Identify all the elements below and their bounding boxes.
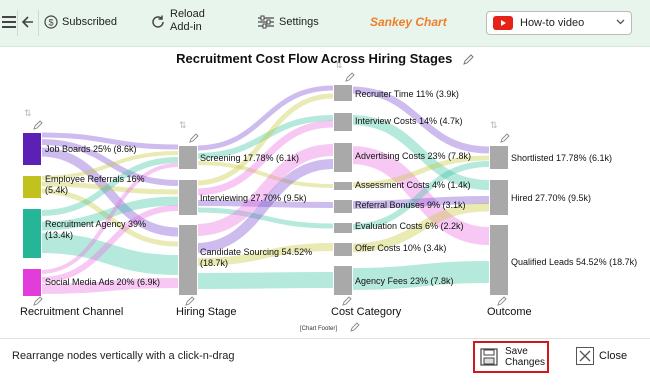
node-hired[interactable]	[489, 179, 509, 216]
reorder-grip-icon[interactable]: ⇅	[490, 120, 498, 131]
reorder-grip-icon[interactable]: ⇅	[24, 108, 32, 119]
node-evaluation-costs[interactable]	[333, 222, 353, 234]
label-offer-costs: Offer Costs 10% (3.4k)	[355, 243, 447, 253]
label-referral-bonuses: Referral Bonuses 9% (3.1k)	[355, 200, 466, 210]
edit-column-pencil-icon[interactable]	[189, 133, 199, 143]
node-social-media-ads[interactable]	[22, 268, 42, 297]
drag-hint-text: Rearrange nodes vertically with a click-…	[12, 350, 235, 362]
node-offer-costs[interactable]	[333, 242, 353, 257]
label-social-media-ads: Social Media Ads 20% (6.9k)	[45, 277, 161, 287]
label-interview-costs: Interview Costs 14% (4.7k)	[355, 116, 463, 126]
label-advertising-costs: Advertising Costs 23% (7.8k)	[355, 151, 472, 161]
node-job-boards[interactable]	[22, 132, 42, 166]
edit-stage-pencil-icon[interactable]	[33, 296, 43, 306]
node-screening[interactable]	[178, 145, 198, 170]
close-label: Close	[599, 350, 628, 362]
save-disk-icon	[480, 348, 498, 366]
stage-label-recruitment-channel: Recruitment Channel	[20, 306, 124, 318]
label-hired: Hired 27.70% (9.5k)	[511, 193, 592, 203]
close-icon	[576, 347, 594, 365]
save-changes-text: Save Changes	[505, 346, 545, 368]
chart-footer-text[interactable]: [Chart Footer]	[300, 326, 337, 332]
save-changes-button[interactable]: Save Changes	[473, 341, 549, 373]
save-label-line2: Changes	[505, 357, 546, 368]
node-interviewing[interactable]	[178, 179, 198, 216]
node-recruiter-time[interactable]	[333, 84, 353, 102]
edit-column-pencil-icon[interactable]	[345, 72, 355, 82]
node-qualified-leads[interactable]	[489, 224, 509, 296]
node-advertising-costs[interactable]	[333, 142, 353, 173]
reorder-grip-icon[interactable]: ⇅	[179, 120, 187, 131]
label-job-boards: Job Boards 25% (8.6k)	[45, 144, 137, 154]
close-button[interactable]: Close	[576, 347, 627, 365]
flow-link	[195, 272, 334, 289]
label-evaluation-costs: Evaluation Costs 6% (2.2k)	[355, 221, 464, 231]
stage-label-cost-category: Cost Category	[331, 306, 402, 318]
footer-bar: Rearrange nodes vertically with a click-…	[0, 338, 650, 385]
node-candidate-sourcing[interactable]	[178, 224, 198, 296]
edit-stage-pencil-icon[interactable]	[342, 296, 352, 306]
label-shortlisted: Shortlisted 17.78% (6.1k)	[511, 153, 613, 163]
edit-column-pencil-icon[interactable]	[500, 133, 510, 143]
reorder-grip-icon[interactable]: ⇅	[335, 60, 343, 71]
stage-label-hiring-stage: Hiring Stage	[176, 306, 237, 318]
node-referral-bonuses[interactable]	[333, 199, 353, 214]
node-employee-referrals[interactable]	[22, 175, 42, 199]
node-assessment-costs[interactable]	[333, 181, 353, 191]
label-candidate-sourcing: Candidate Sourcing 54.52% (18.7k)	[200, 247, 313, 268]
label-assessment-costs: Assessment Costs 4% (1.4k)	[355, 180, 471, 190]
label-employee-referrals: Employee Referrals 16% (5.4k)	[45, 174, 145, 195]
node-agency-fees[interactable]	[333, 265, 353, 296]
label-agency-fees: Agency Fees 23% (7.8k)	[355, 276, 454, 286]
label-interviewing: Interviewing 27.70% (9.5k)	[200, 193, 307, 203]
label-recruiter-time: Recruiter Time 11% (3.9k)	[355, 89, 459, 99]
label-screening: Screening 17.78% (6.1k)	[200, 153, 300, 163]
label-recruitment-agency: Recruitment Agency 39% (13.4k)	[45, 219, 147, 240]
edit-footer-pencil-icon[interactable]	[350, 322, 360, 332]
save-label-line1: Save	[505, 346, 528, 357]
edit-column-pencil-icon[interactable]	[33, 120, 43, 130]
label-qualified-leads: Qualified Leads 54.52% (18.7k)	[511, 257, 638, 267]
node-interview-costs[interactable]	[333, 112, 353, 132]
edit-stage-pencil-icon[interactable]	[497, 296, 507, 306]
node-shortlisted[interactable]	[489, 145, 509, 170]
edit-stage-pencil-icon[interactable]	[185, 296, 195, 306]
node-recruitment-agency[interactable]	[22, 208, 42, 259]
stage-label-outcome: Outcome	[487, 306, 532, 318]
